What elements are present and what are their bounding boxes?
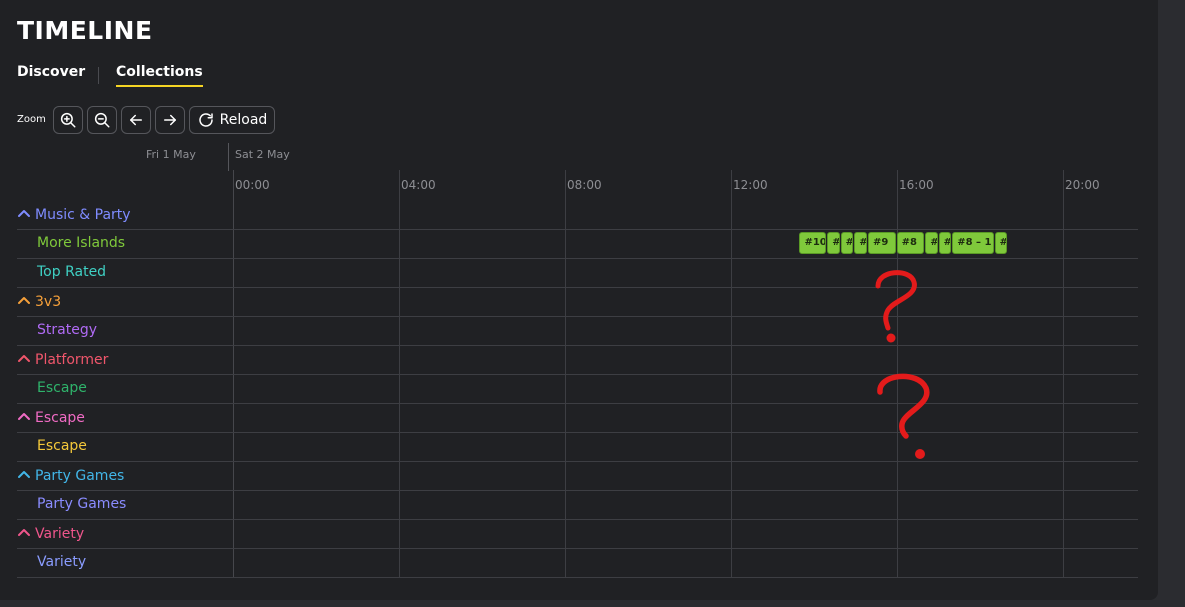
row-label-text: 3v3 bbox=[35, 294, 62, 310]
collection-row: Music & Party bbox=[17, 200, 1138, 230]
collection-label: Variety bbox=[37, 554, 86, 570]
hour-label: 00:00 bbox=[235, 178, 270, 192]
collection-row: Variety bbox=[17, 548, 1138, 578]
collection-label: Escape bbox=[37, 438, 87, 454]
row-label-text: Platformer bbox=[35, 352, 109, 368]
row-label-text: Strategy bbox=[37, 322, 97, 338]
timeline-event[interactable]: # bbox=[925, 232, 938, 254]
reload-label: Reload bbox=[219, 112, 268, 128]
collection-label: More Islands bbox=[37, 235, 125, 251]
row-label-text: Music & Party bbox=[35, 207, 131, 223]
timeline-event[interactable]: # bbox=[840, 232, 854, 254]
arrow-right-icon bbox=[164, 114, 176, 126]
chevron-up-icon bbox=[17, 293, 31, 309]
collection-label: Escape bbox=[37, 380, 87, 396]
row-label-text: Party Games bbox=[35, 468, 125, 484]
category-toggle[interactable]: Platformer bbox=[17, 351, 108, 368]
chevron-up-icon bbox=[17, 206, 31, 222]
zoom-out-icon bbox=[94, 112, 110, 128]
collection-row: Escape bbox=[17, 374, 1138, 404]
reload-button[interactable]: Reload bbox=[189, 106, 275, 134]
reload-icon bbox=[198, 113, 213, 127]
category-toggle[interactable]: Music & Party bbox=[17, 206, 131, 223]
category-toggle[interactable]: Party Games bbox=[17, 467, 124, 484]
zoom-in-icon bbox=[60, 112, 76, 128]
date-label-current: Sat 2 May bbox=[235, 148, 290, 161]
question-mark-upper-dot bbox=[886, 333, 896, 343]
tab-divider bbox=[98, 67, 99, 84]
collection-row: Party Games bbox=[17, 490, 1138, 520]
arrow-left-icon bbox=[130, 114, 142, 126]
row-label-text: Escape bbox=[35, 410, 85, 426]
timeline-panel: TIMELINE Discover Collections Zoom Reloa… bbox=[0, 0, 1158, 600]
collection-row: Strategy bbox=[17, 316, 1138, 346]
zoom-in-button[interactable] bbox=[53, 106, 83, 134]
hour-label: 20:00 bbox=[1065, 178, 1100, 192]
timeline-event[interactable]: # bbox=[938, 232, 952, 254]
hour-label: 04:00 bbox=[401, 178, 436, 192]
row-label-text: Party Games bbox=[37, 496, 127, 512]
date-label-prev: Fri 1 May bbox=[146, 148, 196, 161]
chevron-up-icon bbox=[17, 525, 31, 541]
collection-row: Variety bbox=[17, 519, 1138, 549]
timeline-grid[interactable]: 00:00 04:00 08:00 12:00 16:00 20:00 Music & Pa… bbox=[0, 170, 1158, 580]
timeline-event[interactable]: #9 bbox=[867, 232, 896, 254]
collection-label: Party Games bbox=[37, 496, 126, 512]
tab-collections[interactable]: Collections bbox=[116, 64, 203, 87]
collection-row: Party Games bbox=[17, 461, 1138, 491]
chevron-up-icon bbox=[17, 351, 31, 367]
row-label-text: Top Rated bbox=[37, 264, 107, 280]
question-mark-lower-dot bbox=[915, 449, 925, 459]
row-label-text: Escape bbox=[37, 380, 87, 396]
row-label-text: Variety bbox=[37, 554, 87, 570]
row-label-text: More Islands bbox=[37, 235, 126, 251]
collection-row: 3v3 bbox=[17, 287, 1138, 317]
timeline-event[interactable]: #10 bbox=[799, 232, 827, 254]
scroll-left-button[interactable] bbox=[121, 106, 151, 134]
question-mark-upper bbox=[875, 270, 917, 331]
timeline-event[interactable]: # bbox=[994, 232, 1008, 254]
collection-label: Strategy bbox=[37, 322, 97, 338]
category-toggle[interactable]: Variety bbox=[17, 525, 84, 542]
timeline-event[interactable]: #8 – 1 bbox=[952, 232, 994, 254]
zoom-label: Zoom bbox=[17, 114, 46, 125]
tab-discover[interactable]: Discover bbox=[17, 64, 85, 80]
collection-row: Escape bbox=[17, 403, 1138, 433]
hour-label: 16:00 bbox=[899, 178, 934, 192]
timeline-event[interactable]: #8 bbox=[896, 232, 925, 254]
row-label-text: Variety bbox=[35, 526, 85, 542]
collection-label: Top Rated bbox=[37, 264, 106, 280]
page-title: TIMELINE bbox=[17, 16, 153, 45]
timeline-event[interactable]: # bbox=[854, 232, 868, 254]
hour-label: 08:00 bbox=[567, 178, 602, 192]
collection-row: Top Rated bbox=[17, 258, 1138, 288]
collection-row: Platformer bbox=[17, 345, 1138, 375]
question-mark-lower bbox=[877, 373, 930, 439]
category-toggle[interactable]: Escape bbox=[17, 409, 85, 426]
question-mark-annotations bbox=[875, 270, 930, 459]
category-toggle[interactable]: 3v3 bbox=[17, 293, 61, 310]
hour-label: 12:00 bbox=[733, 178, 768, 192]
timeline-event[interactable]: # bbox=[827, 232, 840, 254]
row-label-text: Escape bbox=[37, 438, 87, 454]
collection-row: Escape bbox=[17, 432, 1138, 462]
chevron-up-icon bbox=[17, 467, 31, 483]
scroll-right-button[interactable] bbox=[155, 106, 185, 134]
zoom-out-button[interactable] bbox=[87, 106, 117, 134]
date-divider bbox=[228, 143, 229, 171]
chevron-up-icon bbox=[17, 409, 31, 425]
